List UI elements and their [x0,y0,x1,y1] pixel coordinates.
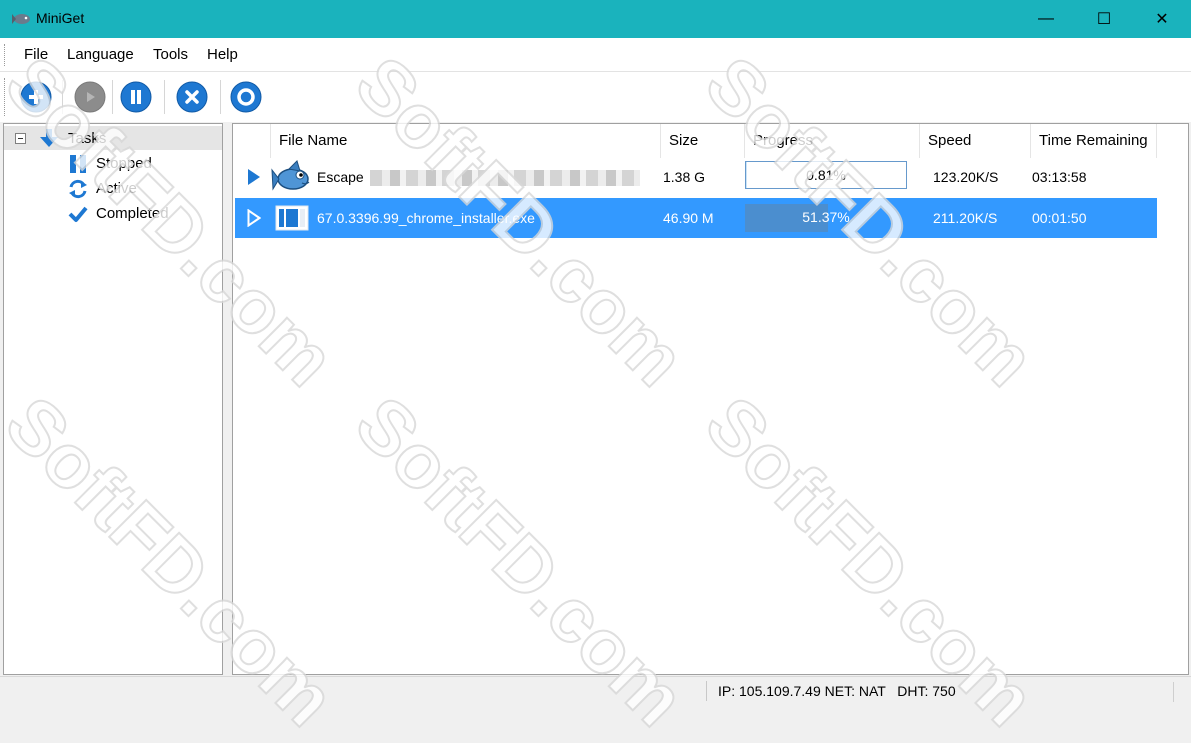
time-remaining: 00:01:50 [1032,210,1087,226]
close-button[interactable]: ✕ [1133,0,1191,38]
download-speed: 211.20K/S [933,210,998,226]
delete-button[interactable] [176,81,208,113]
collapse-toggle-icon[interactable] [15,133,26,144]
toolbar-grip [4,78,7,116]
column-header-file-name[interactable]: File Name [271,124,661,158]
pause-button[interactable] [120,81,152,113]
tree-item-active[interactable]: Active [66,177,216,201]
window-title: MiniGet [36,10,85,26]
progress-text: 0.81% [806,167,846,183]
menu-language[interactable]: Language [67,46,134,63]
status-separator [706,681,707,701]
play-status-icon [248,169,260,185]
download-list: File Name Size Progress Speed Time Remai… [232,123,1189,675]
file-size: 1.38 G [663,169,706,185]
app-fish-icon [12,14,30,24]
menu-grip [4,44,7,66]
table-row[interactable]: Escape 1.38 G 0.81% 123.20K/S 03:13:58 [235,157,1157,197]
column-header-size[interactable]: Size [661,124,745,158]
toolbar-separator [220,80,221,114]
refresh-icon [69,179,87,199]
menu-help[interactable]: Help [207,46,238,63]
column-header-progress[interactable]: Progress [745,124,920,158]
file-size: 46.90 M [663,210,714,226]
fish-icon [271,160,310,191]
title-bar: MiniGet — ☐ ✕ [0,0,1191,38]
down-arrow-icon [40,129,58,147]
toolbar-separator [112,80,113,114]
tree-label-stopped: Stopped [96,155,152,172]
obscured-text [369,170,640,187]
tree-label-active: Active [96,180,137,197]
pause-icon [70,155,86,173]
file-name: Escape [317,157,640,197]
checkmark-icon [68,206,88,222]
menu-file[interactable]: File [24,46,48,63]
download-speed: 123.20K/S [933,169,999,185]
progress-bar: 51.37% [745,204,907,232]
installer-file-icon [275,205,309,231]
column-header-speed[interactable]: Speed [920,124,1031,158]
tree-label-tasks: Tasks [68,130,107,147]
resize-grip[interactable] [1173,682,1186,702]
tree-item-tasks[interactable]: Tasks [4,126,222,150]
time-remaining: 03:13:58 [1032,169,1087,185]
network-status: IP: 105.109.7.49 NET: NAT DHT: 750 [718,683,956,699]
column-header-time-remaining[interactable]: Time Remaining [1031,124,1157,158]
status-bar: IP: 105.109.7.49 NET: NAT DHT: 750 [0,676,1191,705]
column-header-icon[interactable] [233,124,271,158]
tree-item-stopped[interactable]: Stopped [66,152,216,176]
task-tree: Tasks Stopped Active Completed [3,123,223,675]
tree-label-completed: Completed [96,205,169,222]
settings-button[interactable] [230,81,262,113]
toolbar-separator [62,80,63,114]
maximize-button[interactable]: ☐ [1075,0,1133,38]
progress-text: 51.37% [802,209,850,225]
add-task-button[interactable] [20,81,52,113]
play-status-icon [247,209,261,227]
file-name: 67.0.3396.99_chrome_installer.exe [317,210,535,226]
table-row[interactable]: 67.0.3396.99_chrome_installer.exe 46.90 … [235,198,1157,238]
tree-item-completed[interactable]: Completed [66,202,216,226]
toolbar [0,72,1191,122]
menu-bar: File Language Tools Help [0,38,1191,72]
toolbar-separator [164,80,165,114]
progress-bar: 0.81% [745,161,907,189]
start-button[interactable] [74,81,106,113]
minimize-button[interactable]: — [1017,0,1075,38]
menu-tools[interactable]: Tools [153,46,188,63]
